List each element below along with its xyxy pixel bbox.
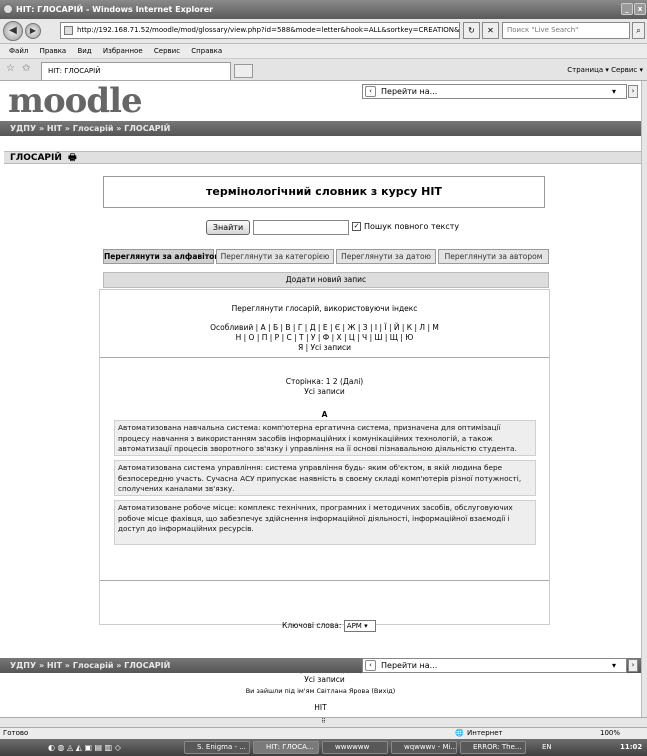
all-entries-link-top[interactable]: Усі записи	[100, 387, 549, 397]
window-title: НІТ: ГЛОСАРІЙ - Windows Internet Explore…	[16, 5, 214, 14]
search-icon[interactable]: ⌕	[632, 22, 645, 39]
menu-edit[interactable]: Правка	[40, 47, 67, 55]
divider	[100, 580, 549, 581]
moodle-logo[interactable]: moodle	[8, 81, 143, 121]
go-button[interactable]: ›	[628, 85, 638, 98]
clock: 11:02	[620, 743, 643, 751]
menu-bar: Файл Правка Вид Избранное Сервис Справка	[0, 44, 647, 59]
glossary-entry: Автоматизована система управління: систе…	[114, 460, 536, 496]
taskbar-item[interactable]: ERROR: The...	[460, 741, 526, 754]
taskbar-item[interactable]: wqwwwv - Mi...	[391, 741, 457, 754]
keywords-select[interactable]: АРМ ▾	[343, 620, 376, 632]
back-button[interactable]: ◀	[3, 21, 23, 41]
alphabet-index-line3[interactable]: Я | Усі записи	[100, 343, 549, 353]
new-tab-button[interactable]	[234, 64, 253, 78]
bottom-jump-select[interactable]: ‹ Перейти на... ▾ ›	[362, 658, 638, 673]
window-titlebar: НІТ: ГЛОСАРІЙ - Windows Internet Explore…	[0, 0, 647, 19]
chevron-down-icon: ▾	[611, 661, 616, 670]
jump-to-select[interactable]: ‹ Перейти на... ▾ ›	[362, 84, 638, 99]
go-button[interactable]: ›	[628, 659, 638, 672]
stop-button[interactable]: ✕	[482, 22, 499, 39]
chevron-left-icon[interactable]: ‹	[365, 660, 376, 671]
glossary-entry: Автоматизоване робоче місце: комплекс те…	[114, 500, 536, 545]
address-field[interactable]: http://192.168.71.52/moodle/mod/glossary…	[60, 22, 460, 39]
glossary-panel: Переглянути глосарій, використовуючи інд…	[99, 289, 550, 684]
chevron-left-icon[interactable]: ‹	[365, 86, 376, 97]
menu-file[interactable]: Файл	[9, 47, 28, 55]
all-entries-link-bottom[interactable]: Усі записи	[100, 675, 549, 685]
taskbar-item[interactable]: НІТ: ГЛОСА...	[253, 741, 319, 754]
vertical-scrollbar[interactable]	[641, 81, 647, 717]
start-button[interactable]	[4, 739, 44, 756]
breadcrumb[interactable]: УДПУ » НІТ » Глосарій » ГЛОСАРІЙ	[0, 121, 641, 136]
ie-toolbar-tools[interactable]: Страница ▾ Сервис ▾	[567, 63, 643, 77]
tab-browse-date[interactable]: Переглянути за датою	[336, 249, 436, 264]
live-search-input[interactable]: Поиск "Live Search"	[502, 22, 630, 39]
tab-browse-alphabet[interactable]: Переглянути за алфавітом	[103, 249, 220, 264]
browser-tab[interactable]: НІТ: ГЛОСАРІЙ	[41, 62, 231, 80]
alphabet-index-line1[interactable]: Особливий | А | Б | В | Г | Д | Е | Є | …	[100, 323, 549, 333]
zone-text: Интернет	[467, 729, 503, 737]
footer-course-link[interactable]: НІТ	[0, 703, 641, 712]
glossary-title: термінологічний словник з курсу НІТ	[103, 176, 545, 208]
keywords-label: Ключові слова:	[282, 621, 342, 630]
login-info[interactable]: Ви зайшли під ім'ям Світлана Ярова (Вихі…	[0, 687, 641, 695]
fulltext-label: Пошук повного тексту	[364, 222, 460, 231]
taskbar: ◐ ◍ ◬ ◭ ▣ ▤ ▥ ◇ S. Enigma - ... НІТ: ГЛО…	[0, 739, 647, 756]
menu-favorites[interactable]: Избранное	[103, 47, 143, 55]
menu-tools[interactable]: Сервис	[154, 47, 180, 55]
page-title: ГЛОСАРІЙ 🖶	[4, 151, 641, 164]
menu-view[interactable]: Вид	[77, 47, 91, 55]
address-text: http://192.168.71.52/moodle/mod/glossary…	[77, 26, 460, 34]
tab-browse-category[interactable]: Переглянути за категорією	[216, 249, 334, 264]
fulltext-checkbox[interactable]: ✓	[352, 222, 361, 231]
menu-help[interactable]: Справка	[191, 47, 222, 55]
divider	[100, 357, 549, 358]
add-favorites-icon[interactable]: ✩	[22, 63, 30, 74]
favorites-star-icon[interactable]: ☆	[6, 63, 15, 74]
alphabet-index-line2[interactable]: Н | О | П | Р | С | Т | У | Ф | Х | Ц | …	[100, 333, 549, 343]
search-button[interactable]: Знайти	[206, 220, 250, 235]
tab-bar: ☆ ✩ НІТ: ГЛОСАРІЙ Страница ▾ Сервис ▾	[0, 59, 647, 81]
quicklaunch-icons[interactable]: ◐ ◍ ◬ ◭ ▣ ▤ ▥ ◇	[48, 739, 121, 756]
letter-heading: А	[321, 410, 328, 419]
page-content: moodle ‹ Перейти на... ▾ › УДПУ » НІТ » …	[0, 81, 641, 717]
pagination-top[interactable]: Сторінка: 1 2 (Далі)	[100, 377, 549, 387]
language-indicator[interactable]: EN	[542, 739, 552, 756]
horizontal-scrollbar[interactable]: ⠿	[0, 717, 647, 727]
address-toolbar: ◀ ▶ http://192.168.71.52/moodle/mod/glos…	[0, 19, 647, 44]
glossary-entry: Автоматизована навчальна система: комп'ю…	[114, 420, 536, 456]
minimize-button[interactable]: _	[621, 3, 633, 15]
status-text: Готово	[3, 729, 29, 737]
search-row: Знайти ✓ Пошук повного тексту	[206, 220, 546, 236]
globe-icon: 🌐	[455, 729, 464, 737]
tab-browse-author[interactable]: Переглянути за автором	[438, 249, 549, 264]
forward-button[interactable]: ▶	[25, 23, 41, 39]
index-caption: Переглянути глосарій, використовуючи інд…	[231, 304, 418, 313]
add-entry-link[interactable]: Додати новий запис	[103, 272, 549, 288]
chevron-down-icon: ▾	[611, 87, 616, 96]
close-button[interactable]: x	[634, 3, 646, 15]
page-icon	[64, 26, 73, 35]
ie-icon	[3, 4, 13, 14]
search-input[interactable]	[253, 220, 349, 235]
printer-icon[interactable]: 🖶	[68, 153, 77, 163]
refresh-button[interactable]: ↻	[463, 22, 480, 39]
zoom-level[interactable]: 100%	[600, 728, 620, 739]
taskbar-item[interactable]: wwwwww	[322, 741, 388, 754]
keywords-row: Ключові слова: АРМ ▾	[282, 620, 376, 632]
taskbar-item[interactable]: S. Enigma - ...	[184, 741, 250, 754]
status-bar: Готово 🌐 Интернет 100%	[0, 727, 647, 739]
